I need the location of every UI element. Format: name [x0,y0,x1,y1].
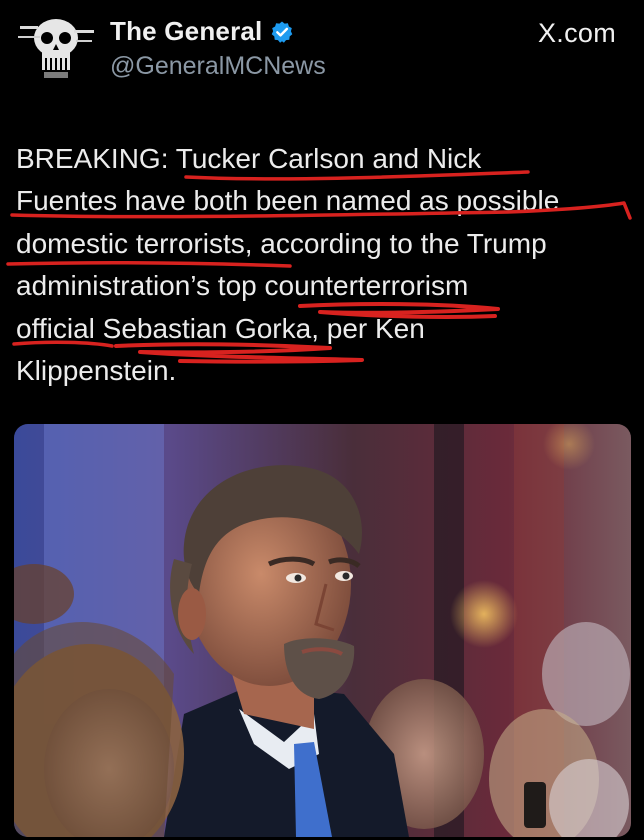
author-name-row[interactable]: The General [110,16,294,47]
post-text-line: administration’s top counterterrorism [16,270,469,302]
avatar[interactable] [14,12,98,84]
verified-badge-icon [270,20,294,44]
author-handle[interactable]: @GeneralMCNews [110,52,326,81]
author-display-name[interactable]: The General [110,16,262,47]
post-photo[interactable] [14,424,631,837]
post-text-line: official Sebastian Gorka, per Ken [16,312,425,344]
post-text-line: BREAKING: Tucker Carlson and Nick [16,143,482,174]
post-text: BREAKING: Tucker Carlson and Nick Fuente… [16,138,631,392]
post-text-line: Klippenstein. [16,355,177,387]
post-card: The General @GeneralMCNews X.com BREAKIN… [0,0,644,840]
photo-of-man-in-suit-at-event [14,424,631,837]
skull-logo-avatar [14,12,98,84]
source-label: X.com [537,18,616,48]
post-text-line: domestic terrorists, according to the Tr… [16,227,547,259]
post-text-line: Fuentes have both been named as possible [16,185,560,217]
